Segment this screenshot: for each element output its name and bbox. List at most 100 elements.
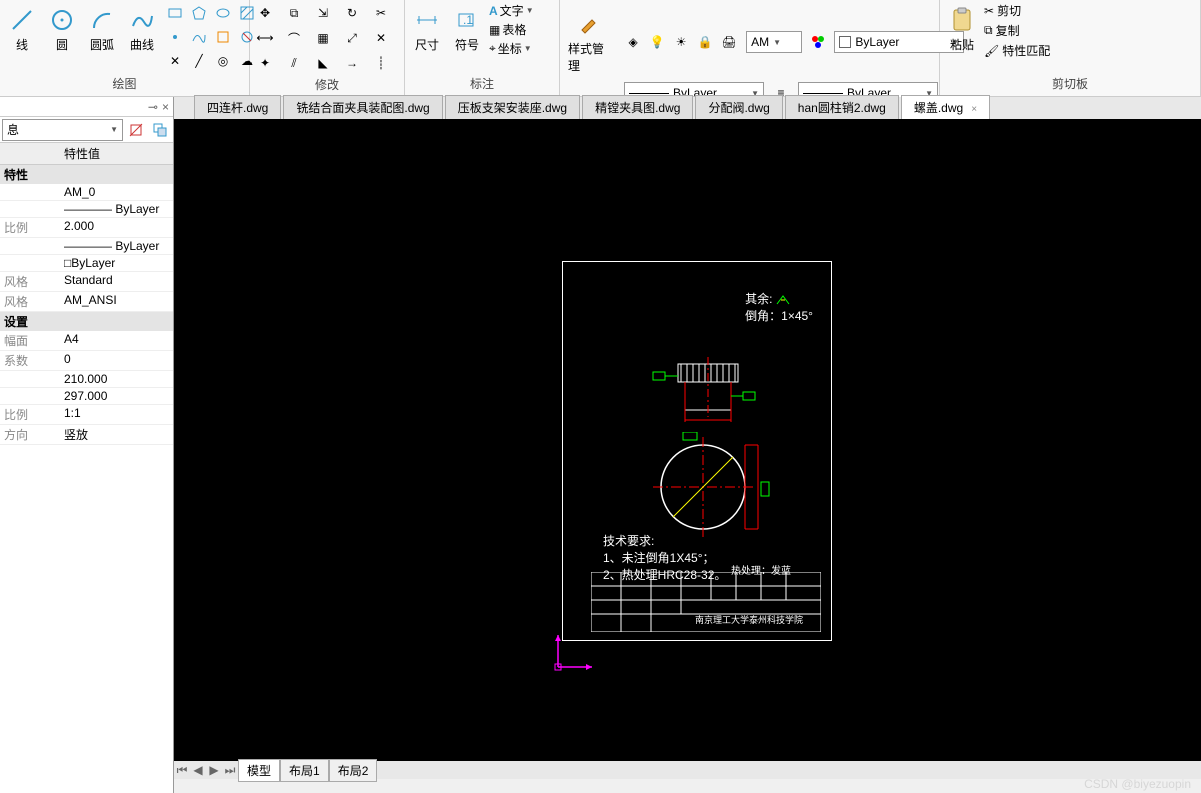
prop-row[interactable]: AM_0 xyxy=(0,184,173,201)
dimension-icon xyxy=(413,6,441,34)
doc-tab[interactable]: 四连杆.dwg xyxy=(194,95,281,119)
arc-label: 圆弧 xyxy=(90,36,114,53)
curve-button[interactable]: 曲线 xyxy=(124,2,160,57)
move-icon[interactable]: ✥ xyxy=(254,2,276,24)
coord-button[interactable]: ⌖坐标▼ xyxy=(489,40,534,57)
prop-row[interactable]: 比例1:1 xyxy=(0,405,173,425)
fillet-icon[interactable]: ⌒ xyxy=(283,27,305,49)
symbol-button[interactable]: .1 符号 xyxy=(449,2,485,57)
tab-layout1[interactable]: 布局1 xyxy=(280,759,329,782)
pin-icon[interactable]: ⊸ xyxy=(148,100,158,114)
filter-icon[interactable] xyxy=(125,119,147,141)
style-mgr-button[interactable]: 样式管理 xyxy=(564,6,616,78)
polygon-icon[interactable] xyxy=(188,2,210,24)
text-button[interactable]: A文字▼ xyxy=(489,2,534,19)
tab-model[interactable]: 模型 xyxy=(238,759,280,782)
chamfer-icon[interactable]: ◣ xyxy=(312,52,334,74)
doc-tab[interactable]: 螺盖.dwg× xyxy=(901,95,990,119)
prop-row[interactable]: □ByLayer xyxy=(0,255,173,272)
top-view xyxy=(623,352,783,432)
region-icon[interactable] xyxy=(212,26,234,48)
symbol-label: 符号 xyxy=(455,36,479,53)
rotate-icon[interactable]: ↻ xyxy=(341,2,363,24)
prop-row[interactable]: 幅面A4 xyxy=(0,331,173,351)
stretch-icon[interactable]: ⇲ xyxy=(312,2,334,24)
group-label-modify: 修改 xyxy=(254,74,400,95)
ellipse-icon[interactable] xyxy=(212,2,234,24)
doc-tab[interactable]: 分配阀.dwg xyxy=(695,95,782,119)
prop-row[interactable]: 风格Standard xyxy=(0,272,173,292)
group-label-annotate: 标注 xyxy=(409,73,555,94)
col-value: 特性值 xyxy=(60,143,104,164)
symbol-icon: .1 xyxy=(453,6,481,34)
doc-tab[interactable]: han圆柱销2.dwg xyxy=(785,95,899,119)
paste-button[interactable]: 粘贴 xyxy=(944,2,980,57)
color-picker-icon[interactable] xyxy=(808,31,828,53)
tab-layout2[interactable]: 布局2 xyxy=(329,759,378,782)
tech-req-1: 1、未注倒角1X45°； xyxy=(603,549,726,566)
arc-icon xyxy=(88,6,116,34)
erase-icon[interactable]: ✕ xyxy=(370,27,392,49)
prop-row[interactable]: ———— ByLayer xyxy=(0,201,173,218)
explode-icon[interactable]: ✦ xyxy=(254,52,276,74)
prop-row[interactable]: ———— ByLayer xyxy=(0,238,173,255)
rect-icon[interactable] xyxy=(164,2,186,24)
doc-tab[interactable]: 铣结合面夹具装配图.dwg xyxy=(283,95,442,119)
panel-header: ⊸ × xyxy=(0,97,173,117)
point-icon[interactable] xyxy=(164,26,186,48)
copy-icon[interactable]: ⧉ xyxy=(283,2,305,24)
dimension-button[interactable]: 尺寸 xyxy=(409,2,445,57)
scale-icon[interactable]: ⤢ xyxy=(341,27,363,49)
ribbon: 线 圆 圆弧 曲线 ✕ xyxy=(0,0,1201,97)
mirror-icon[interactable]: ⟷ xyxy=(254,27,276,49)
first-tab-button[interactable]: ⏮ xyxy=(174,763,190,778)
lock-icon[interactable]: 🔒 xyxy=(694,31,716,53)
prop-row[interactable]: 210.000 xyxy=(0,371,173,388)
table-button[interactable]: ▦表格 xyxy=(489,21,534,38)
prop-row[interactable]: 方向竖放 xyxy=(0,425,173,445)
prop-row[interactable]: 风格AM_ANSI xyxy=(0,292,173,312)
document-tabs: 四连杆.dwg铣结合面夹具装配图.dwg压板支架安装座.dwg精镗夹具图.dwg… xyxy=(174,97,1201,119)
trim-icon[interactable]: ✂ xyxy=(370,2,392,24)
layer-icon[interactable]: ◈ xyxy=(622,31,644,53)
layer-combo[interactable]: AM▼ xyxy=(746,31,802,53)
prev-tab-button[interactable]: ◀ xyxy=(190,763,206,777)
xline-icon[interactable]: ✕ xyxy=(164,50,186,72)
arc-button[interactable]: 圆弧 xyxy=(84,2,120,57)
array-icon[interactable]: ▦ xyxy=(312,27,334,49)
section-settings: 设置 xyxy=(0,312,173,331)
doc-tab[interactable]: 精镗夹具图.dwg xyxy=(582,95,693,119)
ribbon-group-annotate: 尺寸 .1 符号 A文字▼ ▦表格 ⌖坐标▼ 标注 xyxy=(405,0,560,96)
cut-button[interactable]: ✂剪切 xyxy=(984,2,1050,19)
ribbon-group-draw: 线 圆 圆弧 曲线 ✕ xyxy=(0,0,250,96)
print-icon[interactable]: 🖨 xyxy=(718,31,740,53)
extend-icon[interactable]: → xyxy=(341,52,363,74)
offset-icon[interactable]: ⫽ xyxy=(283,52,305,74)
break-icon[interactable]: ┊ xyxy=(370,52,392,74)
quickselect-icon[interactable] xyxy=(149,119,171,141)
circle-button[interactable]: 圆 xyxy=(44,2,80,57)
copy-small-icon: ⧉ xyxy=(984,23,993,38)
next-tab-button[interactable]: ▶ xyxy=(206,763,222,777)
last-tab-button[interactable]: ⏭ xyxy=(222,763,238,778)
brush-icon xyxy=(576,10,604,38)
line-button[interactable]: 线 xyxy=(4,2,40,57)
selection-combo[interactable]: 息▼ xyxy=(2,119,123,141)
prop-row[interactable]: 系数0 xyxy=(0,351,173,371)
donut-icon[interactable]: ◎ xyxy=(212,50,234,72)
doc-tab[interactable]: 压板支架安装座.dwg xyxy=(445,95,580,119)
close-icon[interactable]: × xyxy=(971,104,977,115)
prop-row[interactable]: 比例2.000 xyxy=(0,218,173,238)
sun-icon[interactable]: ☀ xyxy=(670,31,692,53)
ray-icon[interactable]: ╱ xyxy=(188,50,210,72)
paste-icon xyxy=(948,6,976,34)
prop-row[interactable]: 297.000 xyxy=(0,388,173,405)
layout-tabs: ⏮ ◀ ▶ ⏭ 模型 布局1 布局2 xyxy=(174,761,1201,779)
spline-icon[interactable] xyxy=(188,26,210,48)
bulb-icon[interactable]: 💡 xyxy=(646,31,668,53)
tech-req-title: 技术要求: xyxy=(603,532,726,549)
match-button[interactable]: 🖌特性匹配 xyxy=(984,42,1050,59)
close-icon[interactable]: × xyxy=(162,100,169,114)
drawing-canvas[interactable]: 其余: 倒角：1×45° xyxy=(174,119,1201,763)
copy-button[interactable]: ⧉复制 xyxy=(984,22,1050,39)
